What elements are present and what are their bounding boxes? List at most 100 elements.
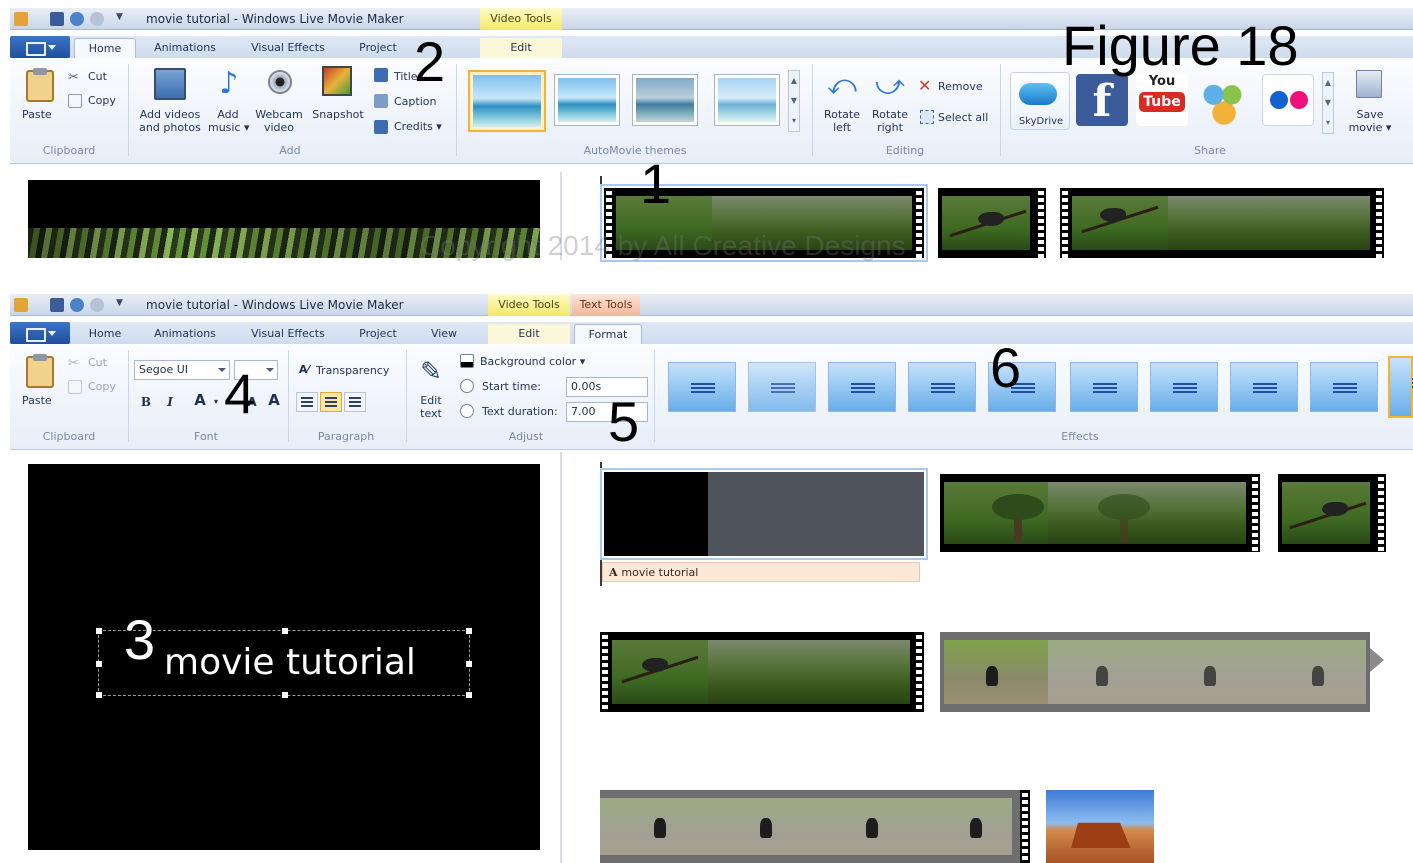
copy-icon[interactable]: [68, 380, 82, 394]
storyboard-clip-vultures[interactable]: [940, 632, 1370, 712]
font-family-select[interactable]: Segoe UI: [134, 360, 230, 380]
font-color-dropdown-icon[interactable]: ▾: [206, 392, 226, 412]
cut-icon[interactable]: ✂: [68, 356, 82, 371]
align-left-button[interactable]: [296, 392, 318, 412]
redo-icon[interactable]: [90, 298, 104, 312]
theme-thumbnail-default[interactable]: [468, 70, 546, 132]
cut-button-label[interactable]: Cut: [88, 70, 107, 83]
file-menu-button[interactable]: [10, 36, 70, 58]
effect-perspective[interactable]: [1310, 362, 1378, 412]
edit-text-icon[interactable]: ✎: [416, 356, 446, 388]
align-right-button[interactable]: [344, 392, 366, 412]
tab-view[interactable]: View: [416, 324, 472, 344]
save-movie-button-label[interactable]: Save movie ▾: [1346, 108, 1394, 134]
save-movie-icon[interactable]: [1356, 70, 1382, 98]
flickr-icon[interactable]: [1262, 74, 1314, 126]
resize-handle[interactable]: [466, 661, 472, 667]
storyboard-clip-trees[interactable]: [940, 474, 1260, 552]
snapshot-button-label[interactable]: Snapshot: [310, 108, 366, 121]
storyboard-clip-bird-long[interactable]: [600, 632, 924, 712]
credits-button-label[interactable]: Credits ▾: [394, 120, 442, 133]
grow-font-icon[interactable]: A: [264, 390, 284, 410]
add-videos-button-label[interactable]: Add videos and photos: [136, 108, 204, 134]
preview-title-text[interactable]: movie tutorial: [164, 642, 416, 683]
caption-track-item[interactable]: A movie tutorial: [602, 562, 920, 582]
resize-handle[interactable]: [466, 692, 472, 698]
theme-thumbnail-contemporary[interactable]: [554, 74, 620, 126]
storyboard-clip-vultures-2[interactable]: [600, 790, 1030, 863]
credits-icon[interactable]: [374, 120, 388, 134]
caption-button-label[interactable]: Caption: [394, 95, 436, 108]
rotate-right-icon[interactable]: ⤻: [874, 70, 906, 100]
copy-button-label[interactable]: Copy: [88, 380, 116, 393]
tab-project[interactable]: Project: [346, 38, 410, 58]
resize-handle[interactable]: [282, 628, 288, 634]
tab-animations[interactable]: Animations: [144, 324, 226, 344]
undo-icon[interactable]: [70, 12, 84, 26]
theme-thumbnail-fade[interactable]: [714, 74, 780, 126]
title-icon[interactable]: [374, 68, 388, 82]
paste-icon[interactable]: [26, 68, 54, 102]
facebook-icon[interactable]: f: [1076, 74, 1128, 127]
storyboard-photo-desert[interactable]: [1046, 790, 1154, 863]
transparency-icon[interactable]: A⁄: [294, 360, 314, 380]
cut-icon[interactable]: ✂: [68, 70, 82, 85]
add-videos-icon[interactable]: [154, 68, 186, 100]
resize-handle[interactable]: [96, 692, 102, 698]
youtube-icon[interactable]: You Tube: [1136, 74, 1188, 126]
redo-icon[interactable]: [90, 12, 104, 26]
effect-swing[interactable]: [908, 362, 976, 412]
storyboard-title-clip[interactable]: [600, 468, 928, 560]
paste-button-label[interactable]: Paste: [22, 108, 52, 121]
caption-icon[interactable]: [374, 94, 388, 108]
align-center-button[interactable]: [320, 392, 342, 412]
tab-edit[interactable]: Edit: [480, 38, 562, 58]
tab-format[interactable]: Format: [574, 324, 642, 344]
cut-button-label[interactable]: Cut: [88, 356, 107, 369]
transparency-button-label[interactable]: Transparency: [316, 364, 389, 377]
effect-fly-in-right[interactable]: [1150, 362, 1218, 412]
effect-gallery-more[interactable]: [1388, 356, 1413, 418]
tab-project[interactable]: Project: [346, 324, 410, 344]
storyboard-clip-bird[interactable]: [938, 188, 1046, 258]
webcam-video-button-label[interactable]: Webcam video: [254, 108, 304, 134]
effect-fly-in-left[interactable]: [1070, 362, 1138, 412]
tab-animations[interactable]: Animations: [144, 38, 226, 58]
background-color-button-label[interactable]: Background color ▾: [480, 355, 585, 368]
rotate-right-button-label[interactable]: Rotate right: [864, 108, 916, 134]
select-all-button-label[interactable]: Select all: [938, 111, 988, 124]
italic-button[interactable]: I: [160, 392, 180, 412]
skydrive-share-button[interactable]: SkyDrive: [1010, 72, 1070, 130]
rotate-left-button-label[interactable]: Rotate left: [816, 108, 868, 134]
tab-visual-effects[interactable]: Visual Effects: [240, 324, 336, 344]
qat-dropdown-icon[interactable]: ▼: [116, 298, 130, 312]
pane-divider[interactable]: [560, 452, 562, 863]
effect-stretch[interactable]: [828, 362, 896, 412]
bold-button[interactable]: B: [136, 392, 156, 412]
qat-dropdown-icon[interactable]: ▼: [116, 12, 130, 26]
tab-home[interactable]: Home: [74, 324, 136, 344]
themes-gallery-scroll[interactable]: ▲ ▼ ▾: [788, 70, 800, 132]
paste-button-label[interactable]: Paste: [22, 394, 52, 407]
snapshot-icon[interactable]: [322, 66, 352, 96]
rotate-left-icon[interactable]: ⤺: [826, 70, 858, 100]
resize-handle[interactable]: [466, 628, 472, 634]
tab-edit[interactable]: Edit: [488, 324, 570, 344]
remove-button-label[interactable]: Remove: [938, 80, 983, 93]
effect-none[interactable]: [668, 362, 736, 412]
tab-home[interactable]: Home: [74, 38, 136, 58]
copy-icon[interactable]: [68, 94, 82, 108]
storyboard-clip-bird-long[interactable]: [1060, 188, 1384, 258]
resize-handle[interactable]: [96, 661, 102, 667]
file-menu-button[interactable]: [10, 322, 70, 344]
share-gallery-scroll[interactable]: ▲ ▼ ▾: [1322, 72, 1334, 134]
remove-icon[interactable]: ✕: [918, 76, 931, 95]
effect-fly-in-bottom[interactable]: [1230, 362, 1298, 412]
paste-icon[interactable]: [26, 354, 54, 388]
resize-handle[interactable]: [96, 628, 102, 634]
effect-fade[interactable]: [748, 362, 816, 412]
resize-handle[interactable]: [282, 692, 288, 698]
music-note-icon[interactable]: ♪: [214, 68, 244, 100]
background-color-icon[interactable]: [460, 354, 474, 368]
edit-text-button-label[interactable]: Edit text: [410, 394, 452, 420]
